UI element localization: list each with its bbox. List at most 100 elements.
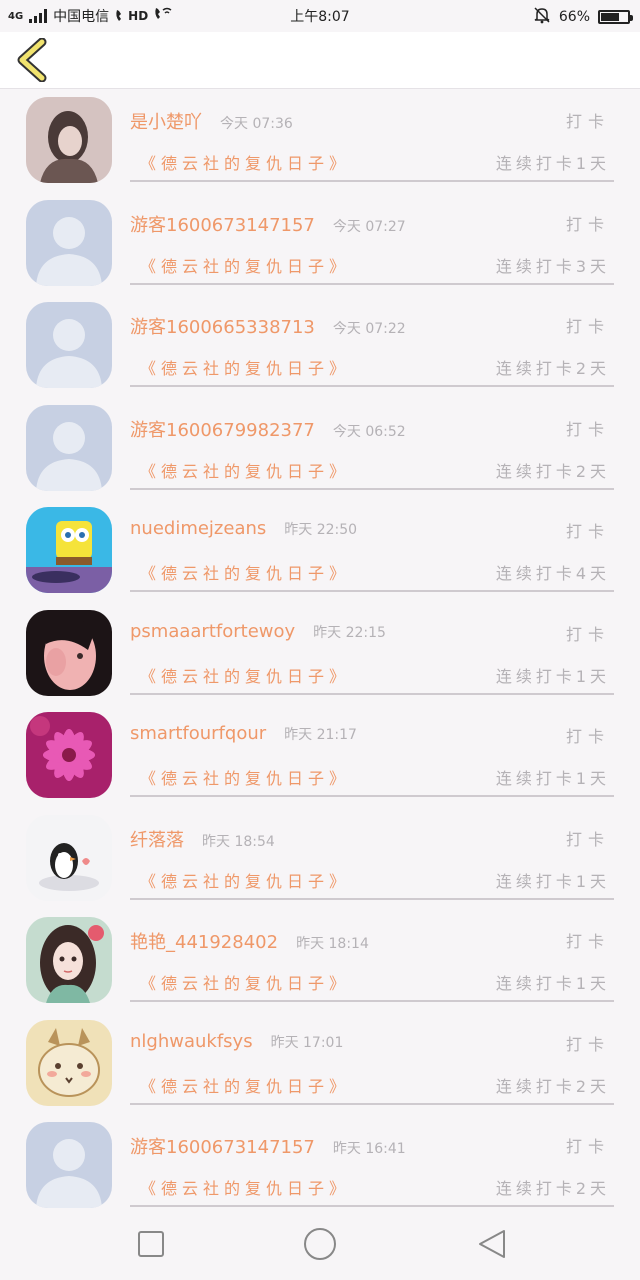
streak-text: 连续打卡2天 [495, 359, 610, 378]
avatar[interactable] [26, 712, 112, 798]
checkin-time: 昨天 18:54 [202, 833, 275, 850]
book-title[interactable]: 《德云社的复仇日子》 [140, 253, 350, 277]
divider [130, 590, 614, 592]
book-title[interactable]: 《德云社的复仇日子》 [140, 765, 350, 789]
user-name[interactable]: 游客1600679982377 [130, 420, 315, 441]
user-name-line[interactable]: 游客1600665338713 今天 07:22 [130, 313, 406, 339]
list-item[interactable]: nuedimejzeans 昨天 22:50 打卡《德云社的复仇日子》 连续打卡4天 [0, 498, 640, 601]
user-name[interactable]: nuedimejzeans [130, 518, 266, 539]
list-item[interactable]: 游客1600673147157 昨天 16:41 打卡《德云社的复仇日子》 连续打卡2… [0, 1113, 640, 1216]
checkin-label: 打卡 [565, 624, 610, 644]
top-app-bar [0, 32, 640, 89]
user-name[interactable]: 纤落落 [130, 830, 184, 851]
divider [130, 1205, 614, 1207]
checkin-time: 今天 07:36 [220, 116, 293, 132]
user-name-line[interactable]: smartfourfqour 昨天 21:17 [130, 723, 357, 744]
list-item[interactable]: nlghwaukfsys 昨天 17:01 打卡 《德云社的复仇日子》 连续打卡2天 [0, 1011, 640, 1114]
user-name[interactable]: 游客1600665338713 [130, 317, 315, 338]
circle-icon [304, 1228, 336, 1260]
book-title[interactable]: 《德云社的复仇日子》 [140, 355, 350, 379]
battery-percent: 66% [558, 9, 590, 25]
avatar[interactable] [26, 507, 112, 593]
triangle-back-icon [479, 1230, 505, 1258]
user-name-line[interactable]: 纤落落 昨天 18:54 [130, 826, 275, 852]
user-name-line[interactable]: 游客1600673147157 昨天 16:41 [130, 1133, 406, 1159]
avatar[interactable] [26, 917, 112, 1003]
streak-text: 连续打卡2天 [495, 1179, 610, 1198]
avatar[interactable] [26, 1122, 112, 1208]
user-name[interactable]: 游客1600673147157 [130, 215, 315, 236]
avatar[interactable] [26, 404, 112, 491]
list-item[interactable]: 纤落落 昨天 18:54 打卡 《德云社的复仇日子》 连续打卡1天 [0, 806, 640, 909]
streak-text: 连续打卡4天 [495, 564, 610, 583]
avatar[interactable] [26, 814, 112, 901]
checkin-label: 打卡 [565, 1137, 610, 1156]
checkin-time: 今天 06:52 [332, 423, 406, 440]
book-title[interactable]: 《德云社的复仇日子》 [140, 1175, 350, 1199]
user-name[interactable]: 是小楚吖 [130, 112, 202, 133]
user-name-line[interactable]: psmaaartfortewoy 昨天 22:15 [130, 621, 386, 642]
user-name[interactable]: smartfourfqour [130, 723, 266, 744]
checkin-label: 打卡 [565, 522, 610, 541]
book-title[interactable]: 《德云社的复仇日子》 [140, 150, 350, 174]
divider [130, 1102, 614, 1105]
avatar[interactable] [26, 199, 112, 286]
divider [130, 795, 614, 797]
avatar[interactable] [26, 302, 112, 388]
streak-text: 连续打卡2天 [495, 461, 610, 481]
checkin-list: 是小楚吖 今天 07:36 打卡 《德云社的复仇日子》 连续打卡1天 游客16006731… [0, 88, 640, 1216]
home-button[interactable] [302, 1226, 338, 1262]
book-title[interactable]: 《德云社的复仇日子》 [140, 868, 350, 892]
checkin-time: 昨天 17:01 [270, 1034, 344, 1051]
user-name[interactable]: psmaaartfortewoy [130, 621, 295, 642]
checkin-label: 打卡 [565, 214, 610, 234]
user-name-line[interactable]: nuedimejzeans 昨天 22:50 [130, 518, 357, 539]
list-item[interactable]: 是小楚吖 今天 07:36 打卡 《德云社的复仇日子》 连续打卡1天 [0, 88, 640, 191]
divider [130, 1000, 614, 1002]
user-name-line[interactable]: 游客1600673147157 今天 07:27 [130, 211, 406, 237]
avatar[interactable] [26, 97, 112, 183]
book-title[interactable]: 《德云社的复仇日子》 [140, 1073, 350, 1097]
user-name-line[interactable]: 是小楚吖 今天 07:36 [130, 108, 293, 134]
book-title[interactable]: 《德云社的复仇日子》 [140, 458, 350, 482]
list-item[interactable]: 游客1600665338713 今天 07:22 打卡《德云社的复仇日子》 连续打卡2… [0, 293, 640, 396]
status-bar: 4G 中国电信 HD 上午8:07 66% [0, 0, 640, 32]
divider [130, 282, 614, 285]
checkin-time: 今天 07:27 [332, 218, 406, 235]
avatar[interactable] [26, 1019, 112, 1106]
streak-text: 连续打卡1天 [495, 974, 610, 993]
checkin-time: 昨天 18:14 [296, 936, 369, 952]
book-title[interactable]: 《德云社的复仇日子》 [140, 560, 350, 584]
list-item[interactable]: 游客1600673147157 今天 07:27 打卡 《德云社的复仇日子》 连续打卡3… [0, 191, 640, 294]
checkin-label: 打卡 [565, 1034, 610, 1054]
bell-muted-icon [533, 6, 551, 28]
streak-text: 连续打卡1天 [495, 871, 610, 891]
divider [130, 897, 614, 900]
checkin-time: 昨天 16:41 [332, 1141, 406, 1157]
checkin-label: 打卡 [565, 317, 610, 336]
user-name[interactable]: nlghwaukfsys [130, 1031, 253, 1052]
streak-text: 连续打卡1天 [495, 769, 610, 788]
divider [130, 487, 614, 490]
recent-apps-button[interactable] [133, 1226, 169, 1262]
list-item[interactable]: psmaaartfortewoy 昨天 22:15 打卡 《德云社的复仇日子》 连续打卡… [0, 601, 640, 704]
list-item[interactable]: smartfourfqour 昨天 21:17 打卡 《德云社的复仇日子》 连续打卡1天 [0, 703, 640, 806]
checkin-time: 昨天 22:50 [284, 522, 358, 538]
user-name[interactable]: 艳艳_441928402 [130, 932, 278, 953]
divider [130, 180, 614, 182]
book-title[interactable]: 《德云社的复仇日子》 [140, 663, 350, 687]
user-name-line[interactable]: nlghwaukfsys 昨天 17:01 [130, 1031, 343, 1052]
user-name-line[interactable]: 游客1600679982377 今天 06:52 [130, 416, 406, 442]
list-item[interactable]: 游客1600679982377 今天 06:52 打卡 《德云社的复仇日子》 连续打卡2… [0, 396, 640, 499]
list-item[interactable]: 艳艳_441928402 昨天 18:14 打卡 《德云社的复仇日子》 连续打卡1天 [0, 908, 640, 1011]
checkin-time: 今天 07:22 [332, 321, 406, 337]
book-title[interactable]: 《德云社的复仇日子》 [140, 970, 350, 994]
avatar[interactable] [26, 609, 112, 696]
streak-text: 连续打卡1天 [495, 154, 610, 173]
user-name[interactable]: 游客1600673147157 [130, 1137, 315, 1158]
back-button[interactable] [14, 37, 54, 83]
user-name-line[interactable]: 艳艳_441928402 昨天 18:14 [130, 928, 369, 954]
divider [130, 692, 614, 695]
back-nav-button[interactable] [474, 1226, 510, 1262]
divider [130, 385, 614, 387]
